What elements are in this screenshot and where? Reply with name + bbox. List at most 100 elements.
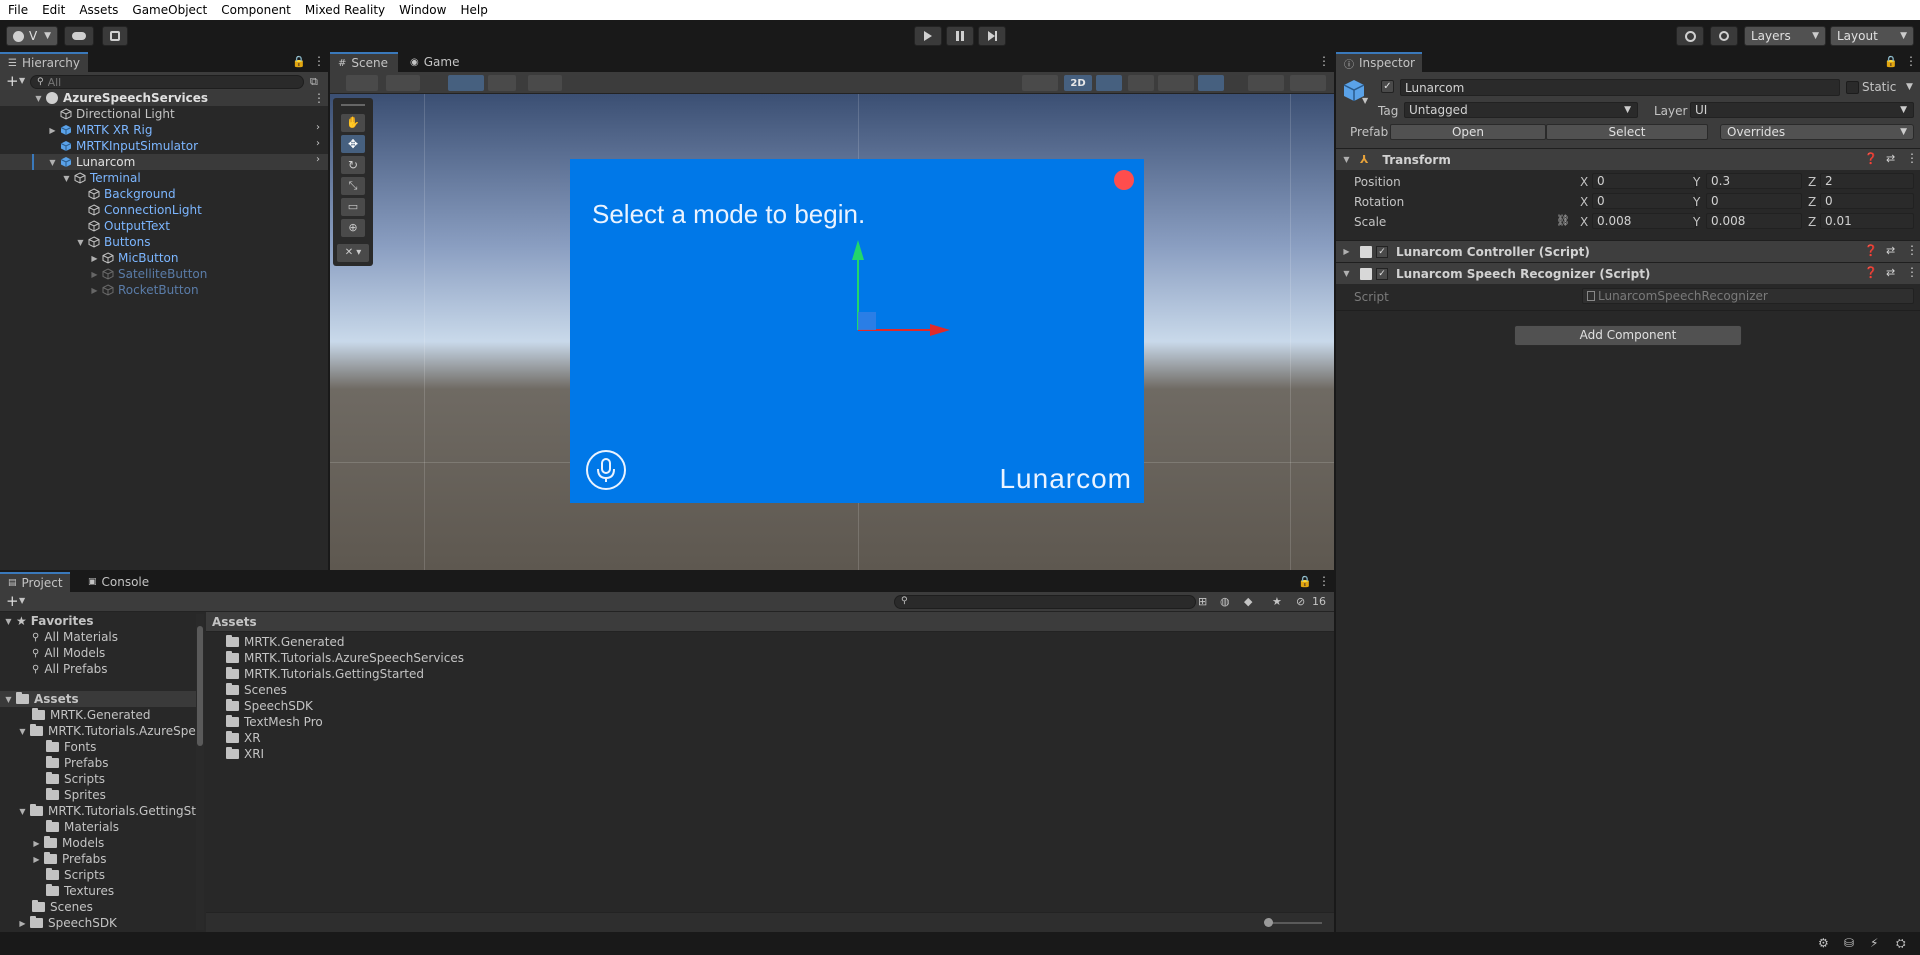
project-tree-item[interactable]: MRTK.Generated (32, 707, 151, 723)
rotation-x-field[interactable]: 0 (1592, 193, 1696, 209)
asset-item[interactable]: Scenes (226, 682, 287, 698)
chevron-right-icon[interactable]: ▶ (48, 126, 57, 135)
hierarchy-search-input[interactable] (47, 75, 268, 89)
chevron-down-icon[interactable]: ▼ (1906, 82, 1913, 92)
asset-item[interactable]: SpeechSDK (226, 698, 313, 714)
more-options-icon[interactable]: ⋮ (1906, 243, 1918, 257)
scale-y-field[interactable]: 0.008 (1706, 213, 1802, 229)
asset-item[interactable]: MRTK.Tutorials.AzureSpeechServices (226, 650, 464, 666)
render-mode-dropdown[interactable] (386, 75, 420, 91)
chevron-down-icon[interactable]: ▼ (62, 174, 71, 183)
chevron-down-icon[interactable]: ▼ (4, 695, 13, 704)
help-icon[interactable]: ❓ (1864, 244, 1878, 257)
move-gizmo[interactable] (840, 236, 952, 336)
speech-recognizer-header[interactable]: ▼ ✓ Lunarcom Speech Recognizer (Script) … (1336, 262, 1920, 284)
enabled-checkbox[interactable]: ✓ (1376, 267, 1388, 280)
project-search-input[interactable]: ⚲ (894, 595, 1196, 609)
draw-mode-dropdown[interactable] (346, 75, 378, 91)
project-tree-item[interactable]: Materials (46, 819, 119, 835)
asset-item[interactable]: MRTK.Generated (226, 634, 345, 650)
custom-tool-icon[interactable]: ✕ ▾ (337, 244, 369, 262)
transform-header[interactable]: ▼ ⅄ Transform ❓ ⇄ ⋮ (1336, 148, 1920, 170)
rect-tool-icon[interactable]: ▭ (341, 198, 365, 216)
project-tree-item[interactable]: Scripts (46, 867, 105, 883)
layers-dropdown[interactable]: Layers ▼ (1744, 26, 1826, 46)
star-icon[interactable]: ★ (1272, 595, 1282, 608)
favorite-item[interactable]: ⚲ All Prefabs (32, 661, 108, 677)
chevron-right-icon[interactable]: ▶ (90, 286, 99, 295)
scene-visibility-icon[interactable]: ⧉ (310, 75, 318, 89)
hierarchy-search[interactable]: ⚲ (30, 75, 304, 89)
position-y-field[interactable]: 0.3 (1706, 173, 1802, 189)
hierarchy-item[interactable]: ▼ Terminal (62, 170, 140, 186)
layer-dropdown[interactable]: UI ▼ (1690, 102, 1914, 118)
rotation-y-field[interactable]: 0 (1706, 193, 1802, 209)
hierarchy-item[interactable]: MRTKInputSimulator (60, 138, 198, 154)
search-by-label-icon[interactable]: ◍ (1220, 595, 1230, 608)
chevron-right-icon[interactable]: › (316, 138, 320, 149)
chevron-down-icon[interactable]: ▼ (1362, 96, 1368, 105)
favorite-item[interactable]: ⚲ All Materials (32, 629, 118, 645)
snap-toggle[interactable] (488, 75, 516, 91)
hierarchy-item[interactable]: Background (88, 186, 176, 202)
chevron-right-icon[interactable]: › (316, 154, 320, 165)
chevron-down-icon[interactable]: ▼ (19, 76, 25, 85)
chevron-down-icon[interactable]: ▼ (76, 238, 85, 247)
hidden-objects-toggle[interactable] (1198, 75, 1224, 91)
more-options-icon[interactable]: ⋮ (1318, 54, 1330, 68)
chevron-right-icon[interactable]: ▶ (32, 855, 41, 864)
hand-tool-icon[interactable]: ✋ (341, 114, 365, 132)
tag-icon[interactable]: ◆ (1244, 595, 1252, 608)
add-icon[interactable]: + (6, 592, 19, 610)
lock-icon[interactable]: 🔒 (1884, 55, 1898, 68)
scale-tool-icon[interactable]: ⤡ (341, 177, 365, 195)
rotate-tool-icon[interactable]: ↻ (341, 156, 365, 174)
project-tree-assets[interactable]: ▼ Assets (4, 691, 79, 707)
hierarchy-item[interactable]: ▶ SatelliteButton (90, 266, 207, 282)
chevron-down-icon[interactable]: ▼ (1342, 269, 1351, 278)
play-button[interactable] (914, 26, 942, 46)
gizmos-dropdown[interactable] (1290, 75, 1326, 91)
asset-item[interactable]: TextMesh Pro (226, 714, 323, 730)
pause-button[interactable] (946, 26, 974, 46)
more-options-icon[interactable]: ⋮ (1318, 574, 1330, 588)
chevron-down-icon[interactable]: ▼ (48, 158, 57, 167)
add-component-button[interactable]: Add Component (1514, 325, 1742, 346)
audio-toggle[interactable] (1128, 75, 1154, 91)
active-checkbox[interactable]: ✓ (1381, 80, 1394, 93)
prefab-open-button[interactable]: Open (1390, 124, 1546, 140)
toggle-2d-button[interactable]: 2D (1064, 75, 1092, 91)
chevron-down-icon[interactable]: ▼ (19, 596, 25, 605)
account-dropdown[interactable]: V ▼ (6, 26, 58, 46)
hierarchy-item[interactable]: ▶ MicButton (90, 250, 178, 266)
scale-x-field[interactable]: 0.008 (1592, 213, 1696, 229)
favorite-item[interactable]: ⚲ All Models (32, 645, 105, 661)
progress-icon[interactable]: ⚙ (1818, 936, 1829, 950)
favorites-header[interactable]: ▼ ★ Favorites (4, 613, 93, 629)
shading-dropdown[interactable] (1022, 75, 1058, 91)
more-options-icon[interactable]: ⋮ (1906, 265, 1918, 279)
project-tree-item[interactable]: Textures (46, 883, 114, 899)
chevron-right-icon[interactable]: ▶ (1342, 247, 1351, 256)
scrollbar-thumb[interactable] (197, 626, 203, 746)
undo-history-button[interactable] (1676, 26, 1704, 46)
tab-scene[interactable]: # Scene (330, 52, 398, 72)
hidden-packages-icon[interactable]: ⊘ (1296, 595, 1305, 608)
tag-dropdown[interactable]: Untagged ▼ (1404, 102, 1638, 118)
tree-scrollbar[interactable] (196, 614, 204, 930)
constrain-proportions-icon[interactable]: ⛓ (1556, 214, 1570, 227)
transform-tool-icon[interactable]: ⊕ (341, 219, 365, 237)
search-by-type-icon[interactable]: ⊞ (1198, 595, 1207, 608)
chevron-down-icon[interactable]: ▼ (18, 807, 27, 816)
collab-button[interactable] (102, 26, 128, 46)
position-z-field[interactable]: 2 (1820, 173, 1914, 189)
lunarcom-controller-header[interactable]: ▶ ✓ Lunarcom Controller (Script) ❓ ⇄ ⋮ (1336, 240, 1920, 262)
tab-project[interactable]: ▤ Project (0, 572, 70, 592)
menu-component[interactable]: Component (221, 3, 291, 17)
auto-generate-lighting-icon[interactable]: ⚡ (1870, 936, 1878, 950)
preset-icon[interactable]: ⇄ (1886, 244, 1895, 257)
hierarchy-item[interactable]: OutputText (88, 218, 170, 234)
tab-inspector[interactable]: ⓘ Inspector (1336, 52, 1422, 72)
tab-game[interactable]: ◉ Game (402, 52, 466, 72)
breadcrumb-assets[interactable]: Assets (212, 615, 257, 629)
